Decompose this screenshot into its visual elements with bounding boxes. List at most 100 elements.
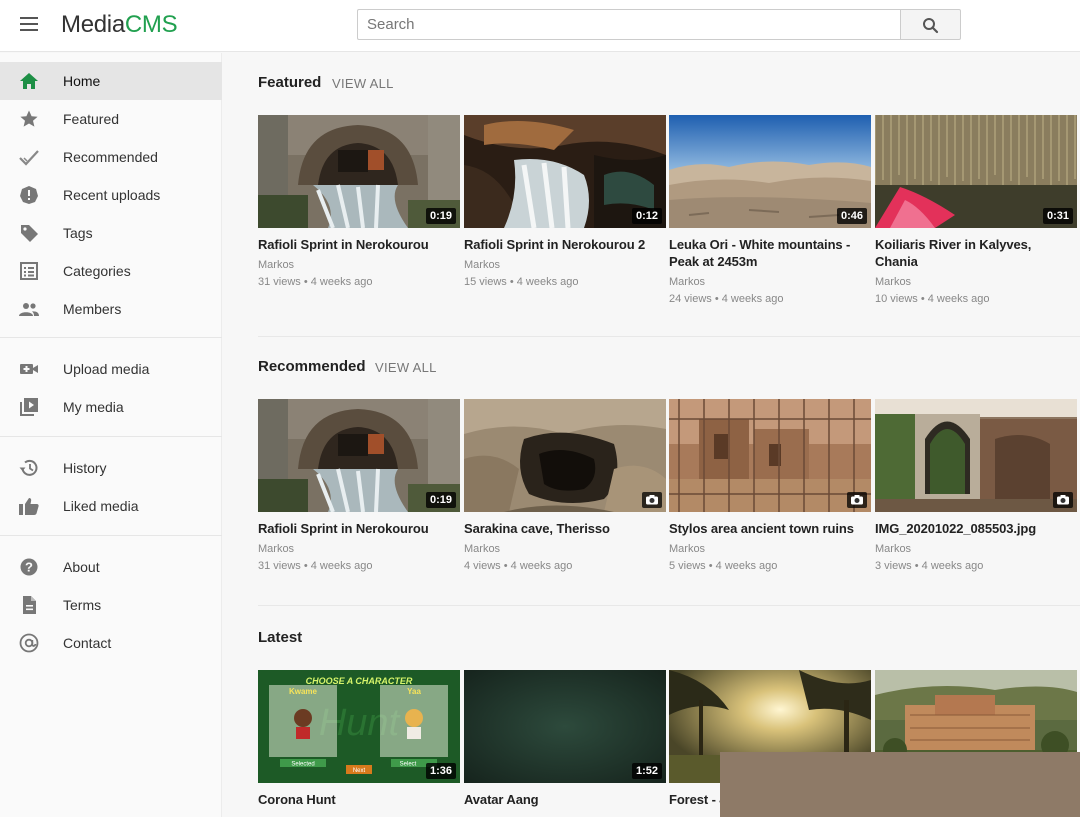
thumbnail[interactable]: 1:52: [464, 670, 666, 783]
thumbnail[interactable]: 0:19: [258, 115, 460, 228]
top-header: MediaCMS: [0, 0, 1080, 52]
media-meta: 5 views • 4 weeks ago: [669, 560, 778, 572]
sidebar-item-label: Liked media: [63, 498, 139, 514]
camera-icon: [847, 492, 867, 508]
sidebar-item-label: Featured: [63, 111, 120, 127]
media-title[interactable]: Sarakina cave, Therisso: [464, 520, 666, 537]
sidebar-item-featured[interactable]: Featured: [0, 100, 222, 138]
overlay-block: [720, 752, 1080, 817]
sidebar-item-terms[interactable]: Terms: [0, 586, 222, 624]
duration-badge: 1:36: [425, 763, 456, 779]
thumbnail[interactable]: [875, 399, 1077, 512]
svg-text:?: ?: [25, 560, 33, 575]
thumbnail[interactable]: [669, 399, 871, 512]
section-title-featured: Featured: [258, 74, 322, 91]
check-icon: [19, 150, 39, 166]
media-title[interactable]: Corona Hunt: [258, 791, 460, 808]
sidebar-item-recommended[interactable]: Recommended: [0, 138, 222, 176]
media-card[interactable]: 0:31 Koiliaris River in Kalyves, Chania …: [875, 115, 1077, 305]
media-card[interactable]: Sarakina cave, Therisso Markos 4 views •…: [464, 399, 666, 572]
media-title[interactable]: Stylos area ancient town ruins: [669, 520, 871, 537]
sidebar-item-label: Tags: [63, 225, 93, 241]
search-button[interactable]: [900, 9, 961, 40]
media-card[interactable]: IMG_20201022_085503.jpg Markos 3 views •…: [875, 399, 1077, 572]
sidebar-item-liked-media[interactable]: Liked media: [0, 487, 222, 525]
sidebar-item-about[interactable]: ? About: [0, 548, 222, 586]
search-icon: [923, 18, 939, 34]
sidebar-item-label: Recommended: [63, 149, 158, 165]
sidebar-item-label: Categories: [63, 263, 131, 279]
at-sign-icon: [19, 633, 39, 653]
categories-icon: [20, 262, 38, 280]
search-input[interactable]: [357, 9, 901, 40]
thumbnail[interactable]: 0:12: [464, 115, 666, 228]
thumbnail[interactable]: Hunt CHOOSE A CHARACTER Kwame Yaa Select…: [258, 670, 460, 783]
media-meta: 4 views • 4 weeks ago: [464, 560, 573, 572]
media-card[interactable]: Hunt CHOOSE A CHARACTER Kwame Yaa Select…: [258, 670, 460, 808]
section-title-latest: Latest: [258, 629, 303, 646]
media-author[interactable]: Markos: [464, 543, 666, 555]
sidebar-item-categories[interactable]: Categories: [0, 252, 222, 290]
view-all-recommended-link[interactable]: VIEW ALL: [375, 360, 437, 375]
sidebar-item-contact[interactable]: Contact: [0, 624, 222, 662]
media-card[interactable]: 0:19 Rafioli Sprint in Nerokourou Markos…: [258, 399, 460, 572]
sidebar-item-tags[interactable]: Tags: [0, 214, 222, 252]
sidebar-item-label: Recent uploads: [63, 187, 161, 203]
tag-icon: [21, 225, 38, 242]
thumbnail[interactable]: 0:31: [875, 115, 1077, 228]
thumbnail-right-tag: Select: [400, 762, 417, 768]
media-meta: 31 views • 4 weeks ago: [258, 276, 373, 288]
media-meta: 10 views • 4 weeks ago: [875, 293, 990, 305]
members-icon: [19, 303, 39, 316]
sidebar-item-upload-media[interactable]: Upload media: [0, 350, 222, 388]
thumbnail[interactable]: 0:19: [258, 399, 460, 512]
media-title[interactable]: Rafioli Sprint in Nerokourou 2: [464, 236, 666, 253]
duration-badge: 0:12: [631, 208, 662, 224]
history-icon: [19, 459, 38, 476]
menu-icon[interactable]: [20, 17, 38, 31]
thumbnail[interactable]: [464, 399, 666, 512]
duration-badge: 0:46: [836, 208, 867, 224]
media-card[interactable]: Stylos area ancient town ruins Markos 5 …: [669, 399, 871, 572]
sidebar-item-label: My media: [63, 399, 124, 415]
camera-icon: [642, 492, 662, 508]
media-title[interactable]: Rafioli Sprint in Nerokourou: [258, 236, 460, 253]
media-author[interactable]: Markos: [258, 259, 460, 271]
sidebar-item-my-media[interactable]: My media: [0, 388, 222, 426]
thumbnail-button-text: Next: [353, 768, 366, 774]
media-title[interactable]: IMG_20201022_085503.jpg: [875, 520, 1077, 537]
media-meta: 15 views • 4 weeks ago: [464, 276, 579, 288]
sidebar-item-home[interactable]: Home: [0, 62, 222, 100]
media-title[interactable]: Rafioli Sprint in Nerokourou: [258, 520, 460, 537]
home-icon: [20, 73, 38, 89]
media-author[interactable]: Markos: [258, 543, 460, 555]
star-icon: [20, 110, 38, 127]
media-card[interactable]: 0:12 Rafioli Sprint in Nerokourou 2 Mark…: [464, 115, 666, 288]
media-title[interactable]: Koiliaris River in Kalyves, Chania: [875, 236, 1077, 270]
sidebar-item-members[interactable]: Members: [0, 290, 222, 328]
media-author[interactable]: Markos: [464, 259, 666, 271]
media-author[interactable]: Markos: [669, 543, 871, 555]
section-title-recommended: Recommended: [258, 358, 366, 375]
video-camera-icon: [20, 364, 38, 374]
media-meta: 3 views • 4 weeks ago: [875, 560, 984, 572]
duration-badge: 0:19: [425, 208, 456, 224]
media-author[interactable]: Markos: [875, 276, 1077, 288]
sidebar-item-label: History: [63, 460, 107, 476]
thumbnail-left-tag: Selected: [291, 762, 314, 768]
camera-icon: [1053, 492, 1073, 508]
sidebar-item-recent-uploads[interactable]: Recent uploads: [0, 176, 222, 214]
media-card[interactable]: 0:46 Leuka Ori - White mountains - Peak …: [669, 115, 871, 305]
media-card[interactable]: 1:52 Avatar Aang: [464, 670, 666, 808]
thumbnail[interactable]: 0:46: [669, 115, 871, 228]
sidebar-item-history[interactable]: History: [0, 449, 222, 487]
media-card[interactable]: 0:19 Rafioli Sprint in Nerokourou Markos…: [258, 115, 460, 288]
media-author[interactable]: Markos: [875, 543, 1077, 555]
media-title[interactable]: Leuka Ori - White mountains - Peak at 24…: [669, 236, 871, 270]
thumbnail-left-name: Kwame: [289, 687, 318, 696]
view-all-featured-link[interactable]: VIEW ALL: [332, 76, 394, 91]
sidebar-item-label: Contact: [63, 635, 112, 651]
media-title[interactable]: Avatar Aang: [464, 791, 666, 808]
logo[interactable]: MediaCMS: [61, 11, 178, 39]
media-author[interactable]: Markos: [669, 276, 871, 288]
